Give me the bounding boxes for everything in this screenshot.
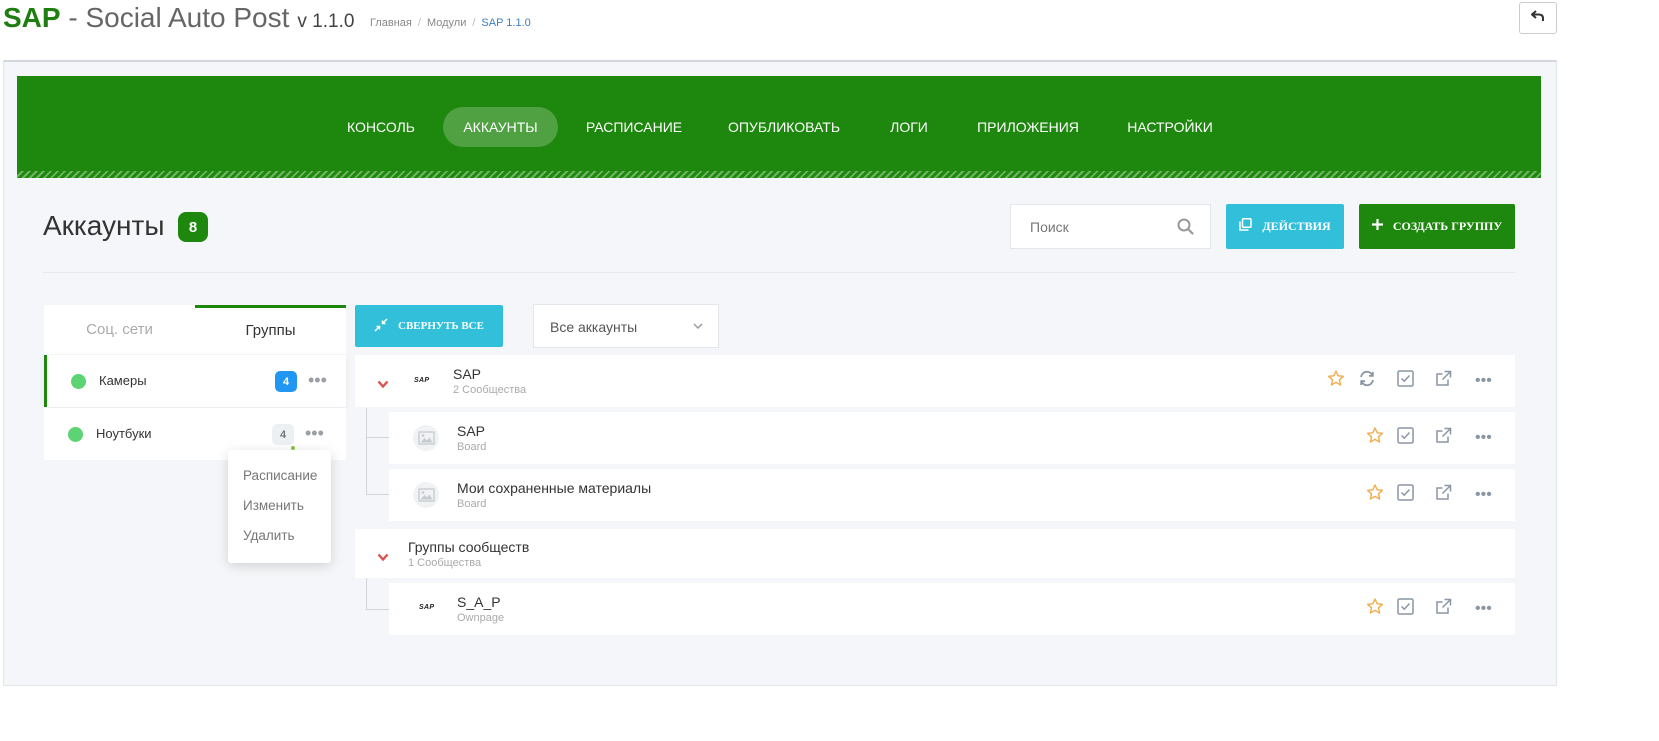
tree-connector — [366, 578, 389, 610]
group-context-menu: Расписание Изменить Удалить — [228, 450, 331, 563]
chevron-down-icon — [692, 319, 704, 337]
breadcrumb-home[interactable]: Главная — [370, 17, 412, 29]
account-subtitle: Board — [457, 498, 487, 510]
more-icon[interactable]: ••• — [1475, 486, 1492, 504]
checkbox-icon[interactable] — [1397, 427, 1414, 449]
plus-icon — [1371, 219, 1383, 234]
breadcrumb: Главная / Модули / SAP 1.1.0 — [370, 17, 531, 29]
app-title: SAP - Social Auto Post v 1.1.0 — [3, 2, 354, 34]
page-title: Аккаунты — [43, 210, 165, 241]
back-button[interactable] — [1519, 2, 1557, 34]
image-placeholder-icon — [413, 425, 439, 451]
tree-connector — [366, 438, 389, 495]
top-bar: SAP - Social Auto Post v 1.1.0 Главная / Мо… — [0, 0, 1659, 60]
account-subtitle: 2 Сообщества — [453, 384, 527, 396]
search-box — [1010, 204, 1211, 249]
chevron-down-icon[interactable] — [377, 549, 389, 567]
group-count-badge: 4 — [272, 424, 294, 445]
create-group-label: СОЗДАТЬ ГРУППУ — [1392, 219, 1503, 233]
account-title: SAP — [457, 423, 486, 439]
account-row-child[interactable]: SAP S_A_P Ownpage ••• — [389, 583, 1515, 635]
account-title: SAP — [453, 366, 482, 382]
accounts-filter-select[interactable]: Все аккаунты — [533, 304, 719, 348]
status-dot — [68, 427, 83, 442]
nav-publish[interactable]: ОПУБЛИКОВАТЬ — [719, 107, 849, 147]
copy-icon — [1239, 218, 1253, 235]
account-title: Мои сохраненные материалы — [457, 480, 652, 496]
undo-icon — [1530, 8, 1545, 28]
star-icon[interactable] — [1366, 484, 1384, 507]
account-logo: SAP — [414, 377, 430, 384]
create-group-button[interactable]: СОЗДАТЬ ГРУППУ — [1359, 204, 1515, 249]
header-divider — [43, 272, 1515, 273]
menu-item-edit[interactable]: Изменить — [243, 498, 304, 513]
more-icon[interactable]: ••• — [1475, 429, 1492, 447]
nav-logs[interactable]: ЛОГИ — [877, 107, 941, 147]
refresh-icon[interactable] — [1358, 370, 1376, 393]
brand-name: - Social Auto Post — [60, 2, 290, 33]
group-count-badge: 4 — [275, 371, 297, 392]
more-icon[interactable]: ••• — [308, 371, 327, 389]
actions-label: ДЕЙСТВИЯ — [1262, 219, 1331, 233]
status-dot — [71, 374, 86, 389]
external-link-icon[interactable] — [1435, 370, 1452, 392]
account-row-child[interactable]: SAP Board ••• — [389, 412, 1515, 464]
external-link-icon[interactable] — [1435, 598, 1452, 620]
account-logo: SAP — [419, 604, 435, 611]
group-item-cameras[interactable]: Камеры 4 ••• — [44, 355, 346, 407]
star-icon[interactable] — [1366, 598, 1384, 621]
search-icon[interactable] — [1177, 218, 1194, 240]
menu-item-delete[interactable]: Удалить — [243, 528, 295, 543]
filter-value: Все аккаунты — [550, 319, 638, 335]
breadcrumb-modules[interactable]: Модули — [427, 17, 466, 29]
tab-social-networks[interactable]: Соц. сети — [44, 305, 195, 354]
account-subtitle: Board — [457, 441, 487, 453]
chevron-down-icon[interactable] — [377, 376, 389, 394]
nav-console[interactable]: КОНСОЛЬ — [333, 107, 429, 147]
checkbox-icon[interactable] — [1397, 370, 1414, 392]
nav-settings[interactable]: НАСТРОЙКИ — [1115, 107, 1225, 147]
tree-connector — [366, 408, 389, 438]
actions-button[interactable]: ДЕЙСТВИЯ — [1226, 204, 1344, 249]
breadcrumb-current: SAP 1.1.0 — [481, 17, 531, 29]
main-nav: КОНСОЛЬ АККАУНТЫ РАСПИСАНИЕ ОПУБЛИКОВАТЬ… — [17, 76, 1541, 178]
image-placeholder-icon — [413, 482, 439, 508]
external-link-icon[interactable] — [1435, 484, 1452, 506]
collapse-all-label: СВЕРНУТЬ ВСЕ — [398, 320, 484, 332]
account-subtitle: Ownpage — [457, 612, 505, 624]
account-title: Группы сообществ — [408, 539, 530, 555]
nav-accounts[interactable]: АККАУНТЫ — [443, 107, 558, 147]
account-title: S_A_P — [457, 594, 501, 610]
external-link-icon[interactable] — [1435, 427, 1452, 449]
checkbox-icon[interactable] — [1397, 484, 1414, 506]
account-row-parent[interactable]: Группы сообществ 1 Сообщества — [355, 529, 1515, 578]
search-input[interactable] — [1011, 205, 1161, 248]
group-name: Камеры — [99, 373, 147, 388]
nav-apps[interactable]: ПРИЛОЖЕНИЯ — [967, 107, 1089, 147]
menu-item-schedule[interactable]: Расписание — [243, 468, 317, 483]
left-tabs: Соц. сети Группы — [44, 305, 346, 354]
nav-schedule[interactable]: РАСПИСАНИЕ — [577, 107, 691, 147]
more-icon[interactable]: ••• — [1475, 372, 1492, 390]
account-row-child[interactable]: Мои сохраненные материалы Board ••• — [389, 469, 1515, 521]
version-label: v 1.1.0 — [297, 11, 355, 32]
checkbox-icon[interactable] — [1397, 598, 1414, 620]
collapse-all-button[interactable]: СВЕРНУТЬ ВСЕ — [355, 305, 503, 347]
brand-short: SAP — [3, 2, 61, 33]
account-row-parent[interactable]: SAP SAP 2 Сообщества ••• — [355, 355, 1515, 407]
accounts-count-badge: 8 — [178, 212, 208, 242]
star-icon[interactable] — [1366, 427, 1384, 450]
more-icon[interactable]: ••• — [305, 424, 324, 442]
compress-icon — [374, 317, 388, 335]
group-name: Ноутбуки — [96, 426, 152, 441]
account-subtitle: 1 Сообщества — [408, 557, 482, 569]
tab-groups[interactable]: Группы — [195, 305, 346, 354]
more-icon[interactable]: ••• — [1475, 600, 1492, 618]
star-icon[interactable] — [1327, 370, 1345, 393]
